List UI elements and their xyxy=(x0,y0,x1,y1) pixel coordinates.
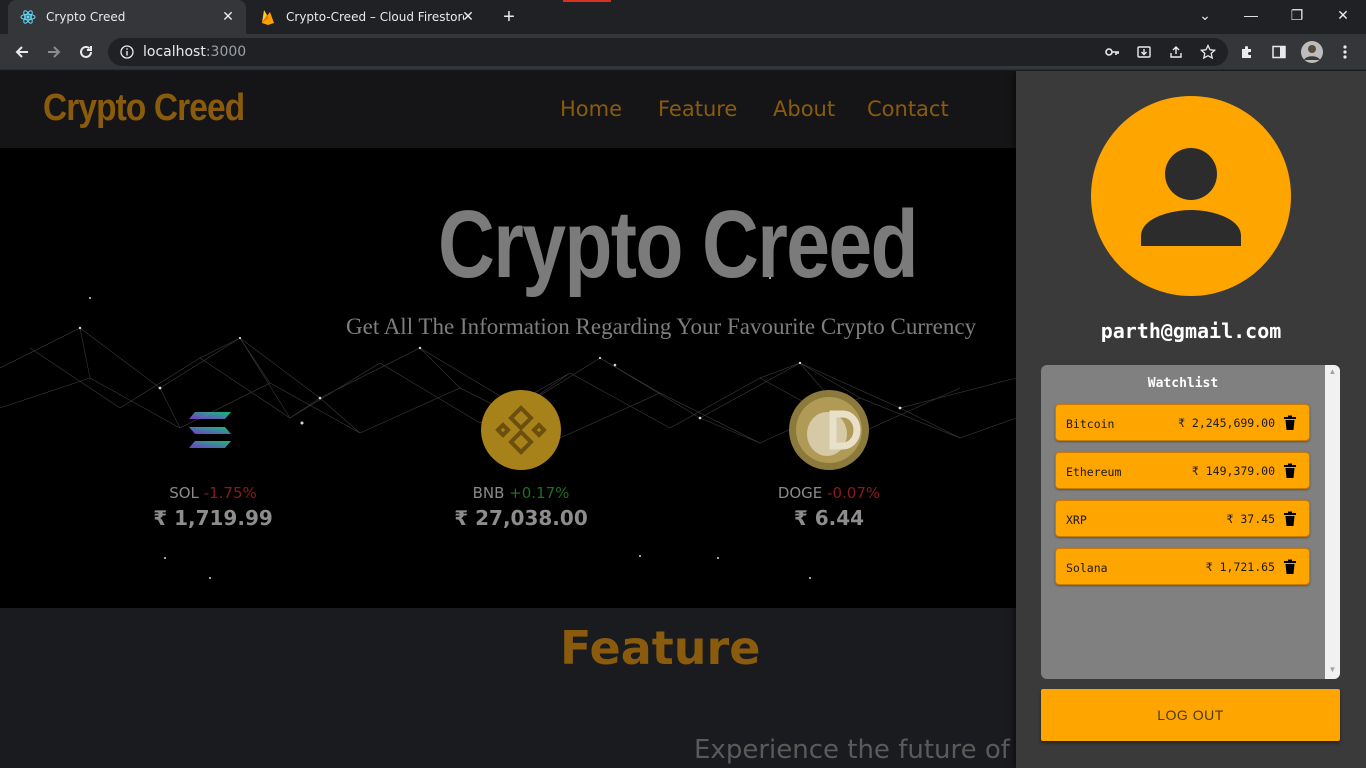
bookmark-star-icon[interactable] xyxy=(1199,43,1217,61)
watchlist-coin-name: Bitcoin xyxy=(1066,417,1115,431)
extensions-icon[interactable] xyxy=(1238,43,1256,61)
coin-change: +0.17% xyxy=(509,484,570,502)
browser-toolbar: localhost:3000 xyxy=(0,34,1366,70)
site-header: Crypto Creed Home Feature About Contact xyxy=(0,71,1016,148)
nav-feature[interactable]: Feature xyxy=(658,97,737,121)
profile-panel: parth@gmail.com Watchlist Bitcoin ₹ 2,24… xyxy=(1016,71,1366,768)
tab-crypto-creed[interactable]: Crypto Creed ✕ xyxy=(8,0,246,34)
bnb-icon xyxy=(481,390,561,470)
solana-icon xyxy=(173,390,253,470)
share-icon[interactable] xyxy=(1167,43,1185,61)
watchlist-title: Watchlist xyxy=(1147,376,1219,391)
tab-title: Crypto-Creed – Cloud Firestore – xyxy=(286,10,464,24)
tab-search-icon[interactable]: ⌄ xyxy=(1182,0,1228,30)
page-content: Crypto Creed Home Feature About Contact … xyxy=(0,71,1366,768)
coin-price: ₹ 6.44 xyxy=(793,506,865,530)
watchlist-coin-price: ₹ 37.45 xyxy=(1226,512,1275,526)
react-icon xyxy=(20,9,36,25)
forward-button[interactable] xyxy=(41,39,67,65)
scroll-up-arrow-icon[interactable]: ▲ xyxy=(1325,365,1340,379)
address-bar[interactable]: localhost:3000 xyxy=(108,38,1228,66)
scrollbar-thumb[interactable] xyxy=(1327,381,1338,663)
coin-price: ₹ 1,719.99 xyxy=(153,506,273,530)
watchlist-item[interactable]: Solana ₹ 1,721.65 xyxy=(1055,548,1310,585)
coin-price: ₹ 27,038.00 xyxy=(454,506,588,530)
key-icon[interactable] xyxy=(1103,43,1121,61)
feature-heading: Feature xyxy=(560,621,761,675)
site-logo[interactable]: Crypto Creed xyxy=(43,87,245,130)
watchlist-item[interactable]: XRP ₹ 37.45 xyxy=(1055,500,1310,537)
profile-avatar[interactable] xyxy=(1301,41,1323,63)
new-tab-button[interactable]: + xyxy=(498,6,520,28)
watchlist: Watchlist Bitcoin ₹ 2,245,699.00 Ethereu… xyxy=(1041,365,1340,679)
coin-label: SOL -1.75% xyxy=(169,484,257,502)
coin-label: BNB +0.17% xyxy=(472,484,570,502)
watchlist-coin-name: Ethereum xyxy=(1066,465,1122,479)
coin-label: DOGE -0.07% xyxy=(777,484,881,502)
install-icon[interactable] xyxy=(1135,43,1153,61)
side-panel-icon[interactable] xyxy=(1270,43,1288,61)
watchlist-coin-price: ₹ 2,245,699.00 xyxy=(1178,416,1275,430)
watchlist-coin-name: Solana xyxy=(1066,561,1108,575)
user-email: parth@gmail.com xyxy=(1100,319,1282,343)
scroll-down-arrow-icon[interactable]: ▼ xyxy=(1325,663,1340,677)
coin-card-bnb[interactable]: BNB +0.17% ₹ 27,038.00 xyxy=(421,390,621,530)
coin-change: -0.07% xyxy=(827,484,881,502)
user-avatar-icon xyxy=(1091,96,1291,296)
trash-icon[interactable] xyxy=(1283,511,1297,527)
feature-subtitle: Experience the future of f xyxy=(694,735,1028,765)
close-tab-icon[interactable]: ✕ xyxy=(220,9,236,25)
watchlist-coin-price: ₹ 149,379.00 xyxy=(1191,464,1275,478)
trash-icon[interactable] xyxy=(1283,463,1297,479)
hero-title: Crypto Creed xyxy=(438,191,919,298)
dogecoin-icon xyxy=(789,390,869,470)
close-tab-icon[interactable]: ✕ xyxy=(460,9,476,25)
close-window-button[interactable]: ✕ xyxy=(1320,0,1366,30)
watchlist-coin-name: XRP xyxy=(1066,513,1087,527)
back-button[interactable] xyxy=(9,39,35,65)
hero-subtitle: Get All The Information Regarding Your F… xyxy=(346,314,977,339)
nav-contact[interactable]: Contact xyxy=(867,97,949,121)
coin-card-doge[interactable]: DOGE -0.07% ₹ 6.44 xyxy=(729,390,929,530)
watchlist-scrollbar[interactable]: ▲ ▼ xyxy=(1325,365,1340,679)
trash-icon[interactable] xyxy=(1283,415,1297,431)
nav-home[interactable]: Home xyxy=(560,97,622,121)
nav-about[interactable]: About xyxy=(773,97,835,121)
tab-firestore[interactable]: Crypto-Creed – Cloud Firestore – ✕ xyxy=(248,0,486,34)
menu-kebab-icon[interactable] xyxy=(1336,43,1354,61)
logout-button[interactable]: LOG OUT xyxy=(1041,689,1340,741)
site-info-icon[interactable] xyxy=(120,45,134,59)
hero-section: Crypto Creed Get All The Information Reg… xyxy=(0,148,1016,608)
tab-title: Crypto Creed xyxy=(46,10,126,24)
browser-tab-bar: Crypto Creed ✕ Crypto-Creed – Cloud Fire… xyxy=(0,0,1366,34)
recording-indicator xyxy=(563,0,611,2)
minimize-button[interactable]: — xyxy=(1228,0,1274,30)
coin-card-sol[interactable]: SOL -1.75% ₹ 1,719.99 xyxy=(113,390,313,530)
trash-icon[interactable] xyxy=(1283,559,1297,575)
watchlist-item[interactable]: Ethereum ₹ 149,379.00 xyxy=(1055,452,1310,489)
watchlist-item[interactable]: Bitcoin ₹ 2,245,699.00 xyxy=(1055,404,1310,441)
firebase-icon xyxy=(260,9,276,25)
watchlist-coin-price: ₹ 1,721.65 xyxy=(1205,560,1275,574)
coin-change: -1.75% xyxy=(203,484,257,502)
restore-button[interactable]: ❐ xyxy=(1274,0,1320,30)
url-text: localhost:3000 xyxy=(143,44,247,60)
reload-button[interactable] xyxy=(73,39,99,65)
